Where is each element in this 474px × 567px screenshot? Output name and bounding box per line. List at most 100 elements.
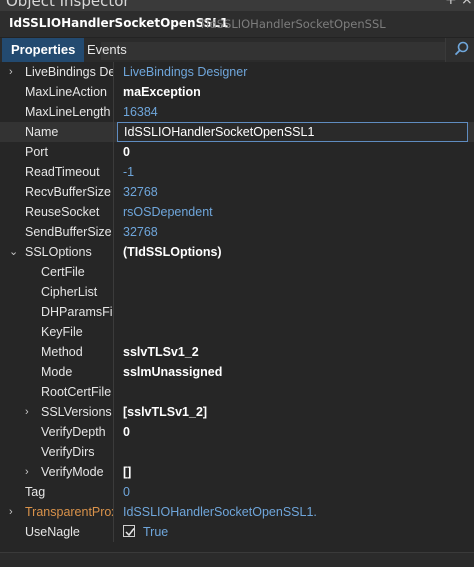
property-row[interactable]: Name IdSSLIOHandlerSocketOpenSSL1 [0, 122, 474, 142]
property-name: CipherList [41, 285, 98, 299]
column-divider[interactable] [113, 382, 114, 402]
property-value: sslmUnassigned [123, 365, 223, 379]
property-row[interactable]: ReuseSocket rsOSDependent [0, 202, 474, 222]
property-row[interactable]: › LiveBindings Designer LiveBindings Desig… [0, 62, 474, 82]
property-row[interactable]: ⌄ SSLOptions (TIdSSLOptions) [0, 242, 474, 262]
property-row[interactable]: MaxLineLength 16384 [0, 102, 474, 122]
property-row[interactable]: RecvBufferSize 32768 [0, 182, 474, 202]
property-value: 16384 [123, 105, 158, 119]
window-titlebar: Object Inspector + × [0, 0, 474, 11]
property-value: (TIdSSLOptions) [123, 245, 222, 259]
property-row[interactable]: ReadTimeout -1 [0, 162, 474, 182]
property-row[interactable]: Port 0 [0, 142, 474, 162]
property-value[interactable]: IdSSLIOHandlerSocketOpenSSL1 [124, 124, 314, 141]
tab-events[interactable]: Events [78, 38, 136, 62]
property-name: TransparentProxy [25, 505, 113, 519]
close-icon[interactable]: × [461, 0, 473, 8]
status-strip [0, 552, 474, 567]
property-name: Method [41, 345, 83, 359]
search-icon [454, 41, 469, 56]
usenagle-checkbox[interactable] [123, 525, 135, 537]
search-button[interactable] [445, 38, 474, 62]
property-row[interactable]: Method sslvTLSv1_2 [0, 342, 474, 362]
property-value: LiveBindings Designer [123, 65, 248, 79]
tab-bar: Properties Events [0, 38, 474, 64]
property-value: 0 [123, 145, 130, 159]
property-name: Name [25, 125, 59, 139]
column-divider[interactable] [113, 342, 114, 362]
column-divider[interactable] [113, 122, 114, 142]
column-divider[interactable] [113, 102, 114, 122]
property-value: sslvTLSv1_2 [123, 345, 199, 359]
column-divider[interactable] [113, 482, 114, 502]
property-name: RecvBufferSize [25, 185, 111, 199]
property-name: Mode [41, 365, 73, 379]
chevron-right-icon[interactable]: › [25, 406, 35, 418]
property-name: ReadTimeout [25, 165, 100, 179]
property-name: Port [25, 145, 48, 159]
column-divider[interactable] [113, 442, 114, 462]
property-name: SSLVersions [41, 405, 112, 419]
property-value: IdSSLIOHandlerSocketOpenSSL1. [123, 505, 317, 519]
property-name: VerifyMode [41, 465, 104, 479]
column-divider[interactable] [113, 282, 114, 302]
property-row[interactable]: CertFile [0, 262, 474, 282]
column-divider[interactable] [113, 242, 114, 262]
property-row[interactable]: SendBufferSize 32768 [0, 222, 474, 242]
property-name: MaxLineAction [25, 85, 107, 99]
property-name: CertFile [41, 265, 85, 279]
property-value: [sslvTLSv1_2] [123, 405, 208, 419]
checkmark-icon [125, 528, 135, 537]
column-divider[interactable] [113, 162, 114, 182]
column-divider[interactable] [113, 502, 114, 522]
tab-properties[interactable]: Properties [2, 38, 85, 62]
column-divider[interactable] [113, 182, 114, 202]
property-row[interactable]: UseNagle True [0, 522, 474, 542]
property-row[interactable]: › VerifyMode [] [0, 462, 474, 482]
component-selector[interactable]: IdSSLIOHandlerSocketOpenSSL1 TIdSSLIOHan… [0, 11, 474, 38]
property-value: rsOSDependent [123, 205, 213, 219]
column-divider[interactable] [113, 82, 114, 102]
property-name: DHParamsFile [41, 305, 113, 319]
column-divider[interactable] [113, 202, 114, 222]
tab-strip-background [101, 42, 446, 60]
property-row[interactable]: VerifyDepth 0 [0, 422, 474, 442]
column-divider[interactable] [113, 422, 114, 442]
column-divider[interactable] [113, 462, 114, 482]
column-divider[interactable] [113, 322, 114, 342]
column-divider[interactable] [113, 142, 114, 162]
property-name: Tag [25, 485, 46, 499]
column-divider[interactable] [113, 222, 114, 242]
property-value: 0 [123, 485, 130, 499]
column-divider[interactable] [113, 262, 114, 282]
property-row[interactable]: Mode sslmUnassigned [0, 362, 474, 382]
pin-icon[interactable]: + [445, 0, 457, 8]
chevron-right-icon[interactable]: › [25, 466, 35, 478]
column-divider[interactable] [113, 62, 114, 82]
property-name: KeyFile [41, 325, 83, 339]
property-row[interactable]: MaxLineAction maException [0, 82, 474, 102]
property-value: maException [123, 85, 201, 99]
property-row[interactable]: RootCertFile [0, 382, 474, 402]
property-row[interactable]: CipherList [0, 282, 474, 302]
property-row[interactable]: › TransparentProxy IdSSLIOHandlerSocketOpe… [0, 502, 474, 522]
property-name: ReuseSocket [25, 205, 100, 219]
property-name: SSLOptions [25, 245, 92, 259]
property-value: 32768 [123, 185, 158, 199]
column-divider[interactable] [113, 302, 114, 322]
property-row[interactable]: › SSLVersions [sslvTLSv1_2] [0, 402, 474, 422]
property-name: MaxLineLength [25, 105, 111, 119]
property-name: VerifyDirs [41, 445, 95, 459]
property-grid: › LiveBindings Designer LiveBindings Desig… [0, 62, 474, 552]
chevron-right-icon[interactable]: › [9, 506, 19, 518]
column-divider[interactable] [113, 522, 114, 542]
column-divider[interactable] [113, 362, 114, 382]
column-divider[interactable] [113, 402, 114, 422]
property-row[interactable]: Tag 0 [0, 482, 474, 502]
chevron-down-icon[interactable]: ⌄ [9, 246, 19, 258]
property-row[interactable]: KeyFile [0, 322, 474, 342]
property-row[interactable]: VerifyDirs [0, 442, 474, 462]
property-name: LiveBindings Designer [25, 65, 113, 79]
property-row[interactable]: DHParamsFile [0, 302, 474, 322]
chevron-right-icon[interactable]: › [9, 66, 19, 78]
